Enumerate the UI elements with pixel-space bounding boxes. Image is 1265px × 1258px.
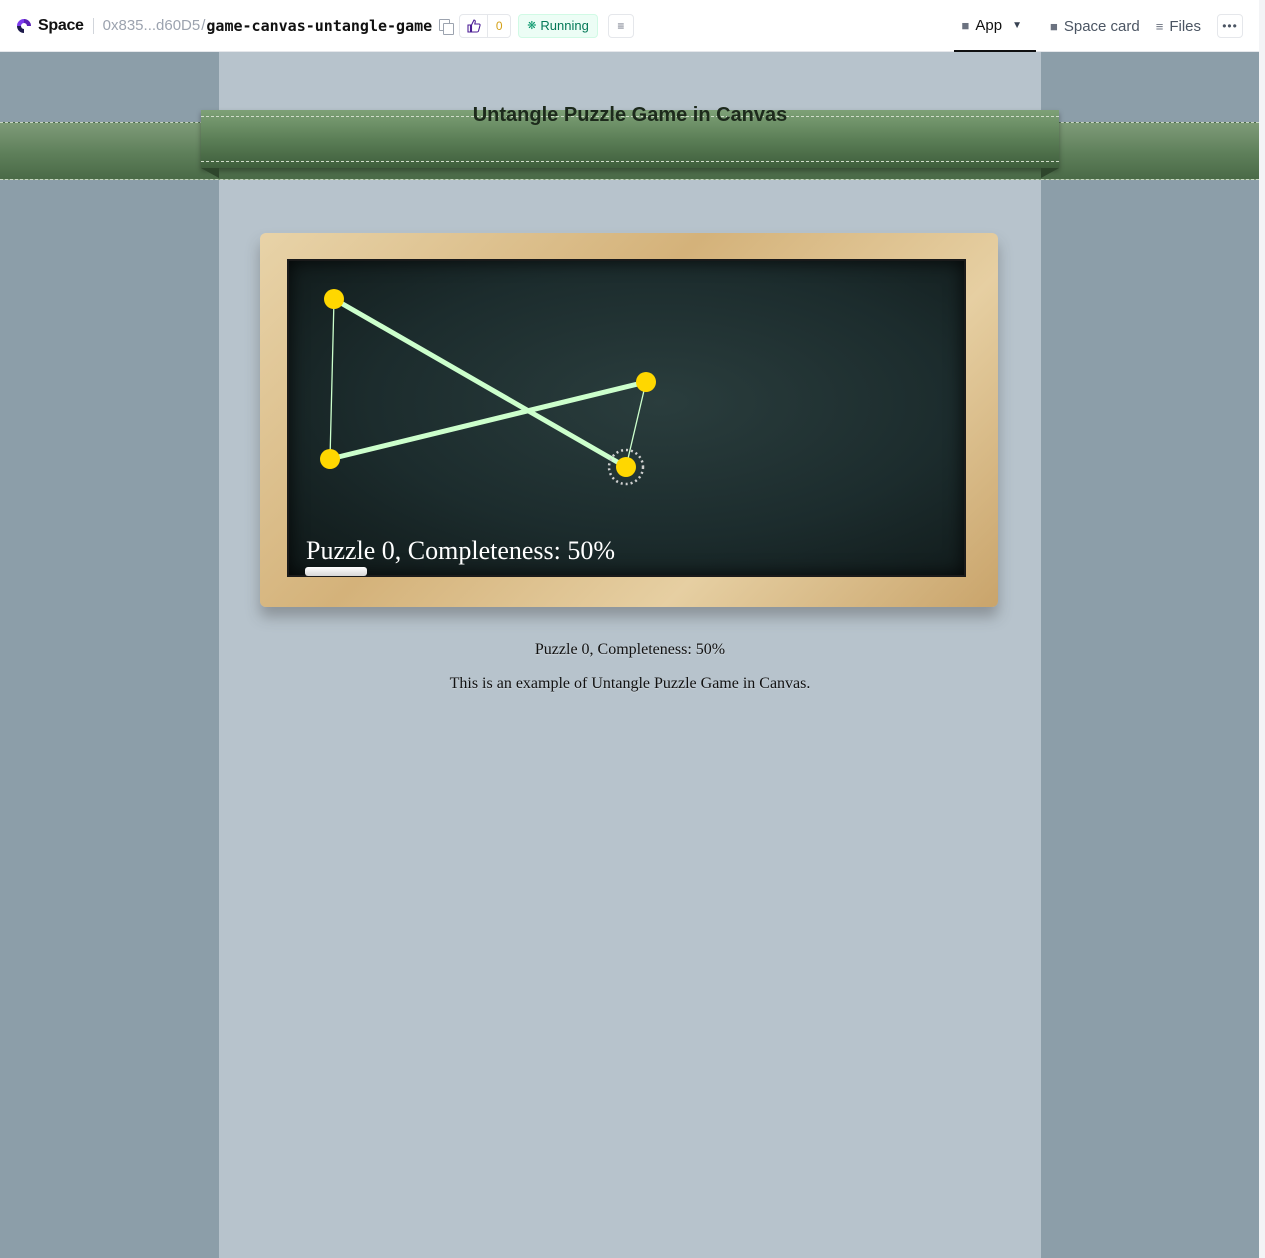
graph-edge <box>329 298 335 460</box>
board-progress-text: Puzzle 0, Completeness: 50% <box>306 536 616 565</box>
graph-edge <box>327 379 649 462</box>
graph-node[interactable] <box>616 457 636 477</box>
game-status-text: Puzzle 0, Completeness: 50% <box>534 641 726 658</box>
graph-node[interactable] <box>636 372 656 392</box>
game-description: This is an example of Untangle Puzzle Ga… <box>449 675 811 692</box>
game-board-graph <box>320 289 656 486</box>
graph-edge <box>331 296 629 470</box>
graph-node[interactable] <box>324 289 344 309</box>
graph-node[interactable] <box>320 449 340 469</box>
